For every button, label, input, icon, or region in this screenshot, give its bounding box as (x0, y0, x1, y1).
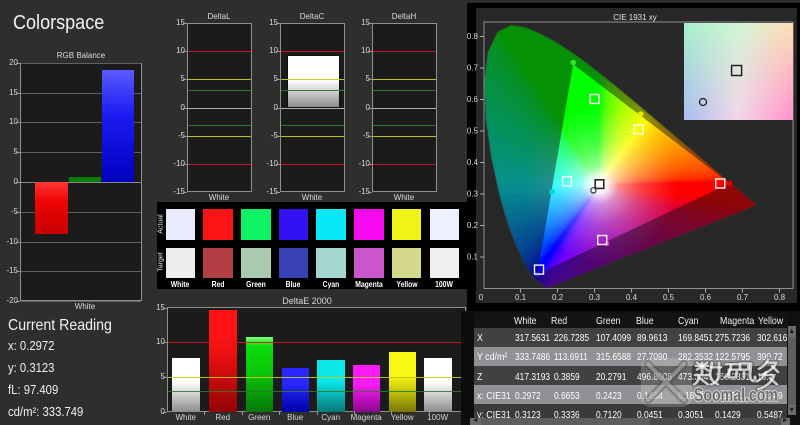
svg-text:Soomal.com: Soomal.com (694, 385, 778, 405)
